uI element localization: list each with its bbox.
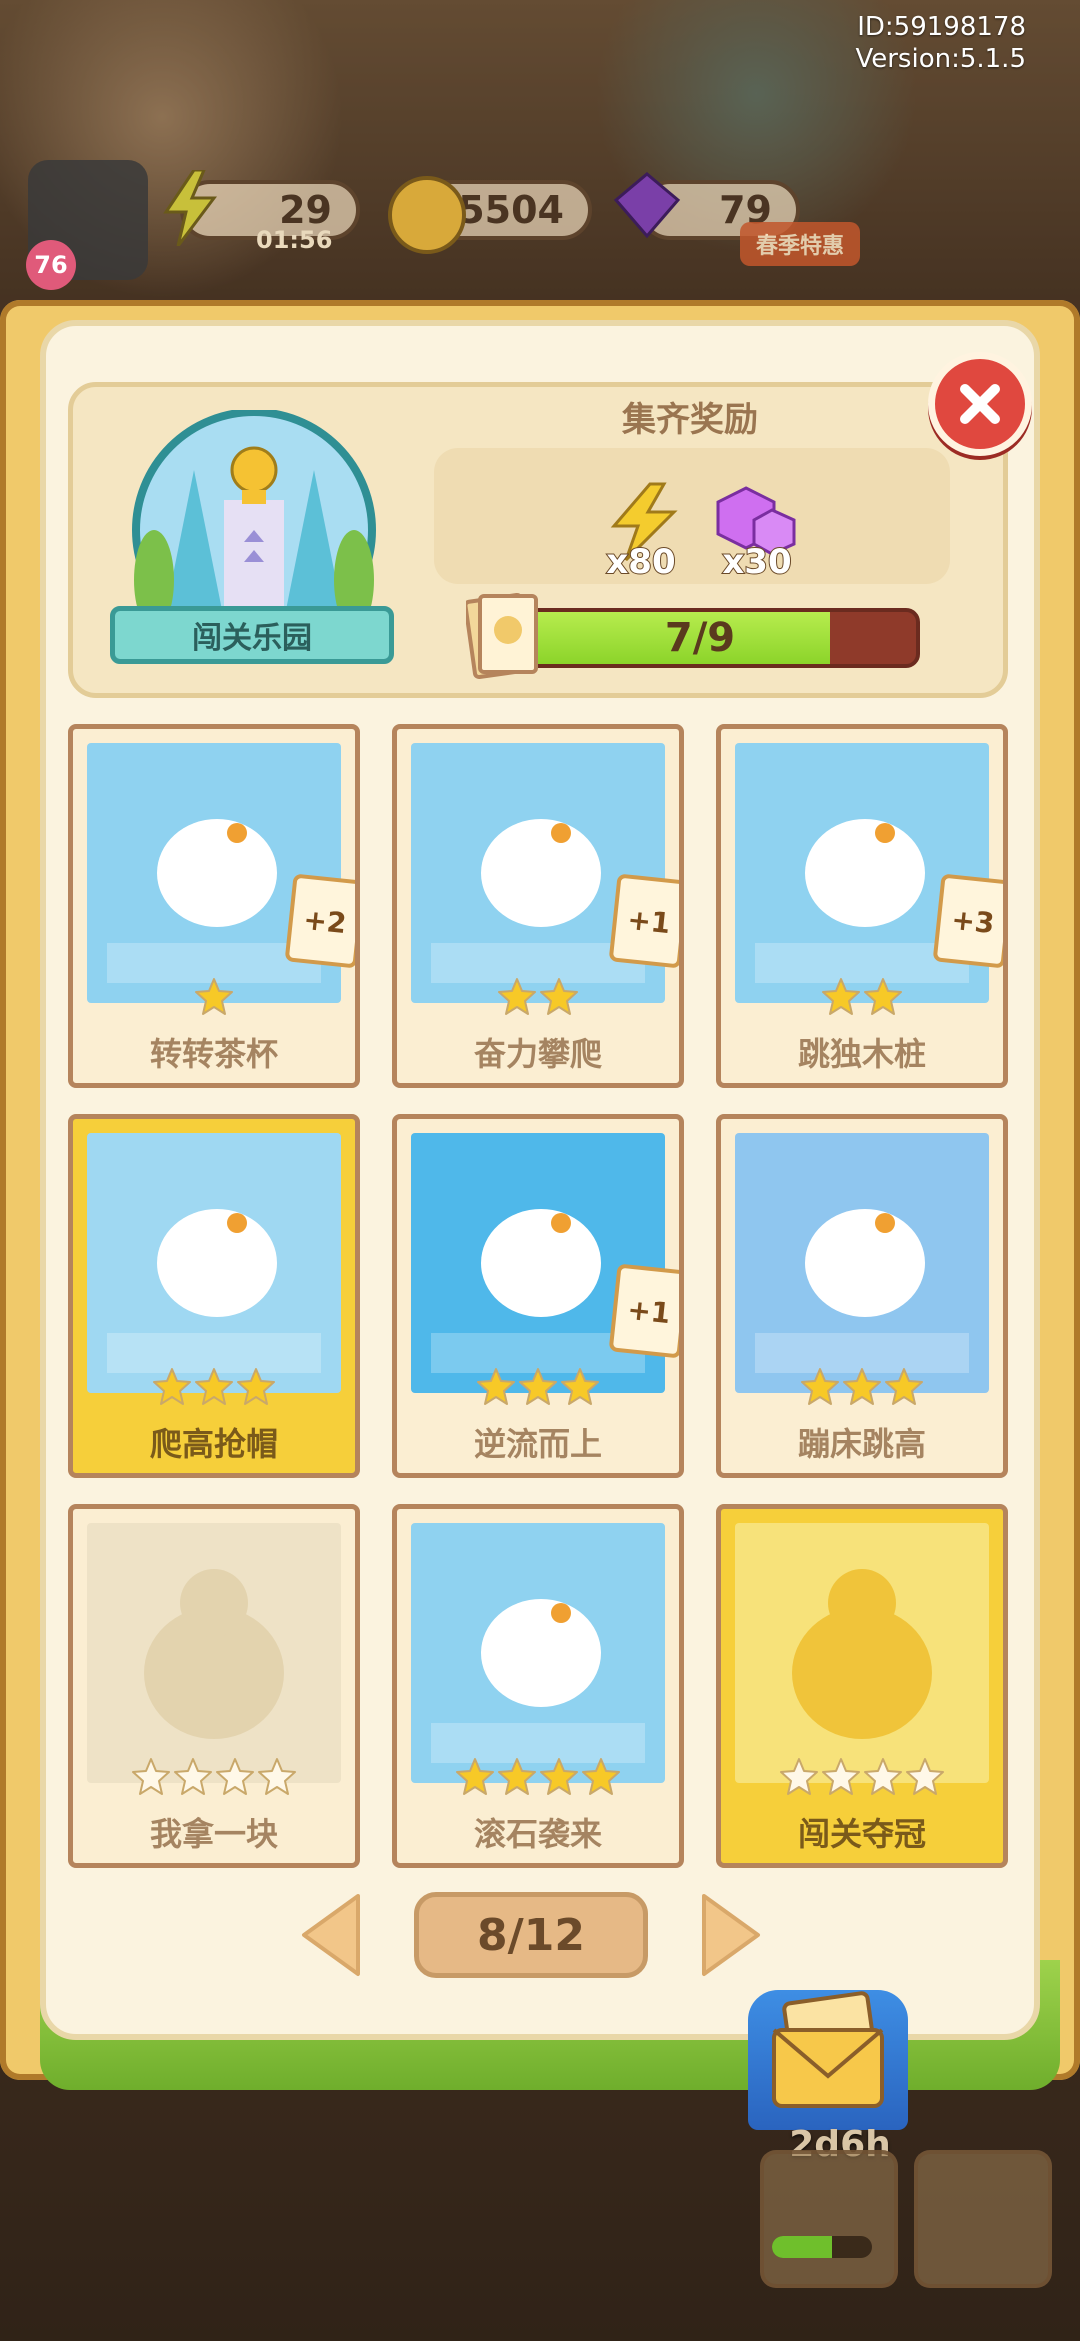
card-artwork [87,1133,341,1393]
card-label: 我拿一块 [149,1815,278,1853]
energy-timer: 01:56 [256,226,333,254]
star-filled-icon [863,977,903,1017]
dock-cards-button[interactable] [760,2150,898,2288]
card-stars [721,1367,1003,1411]
card-silhouette [87,1523,341,1783]
page-number: 8/12 [477,1909,585,1961]
star-filled-icon [152,1367,192,1407]
card-stars [397,1367,679,1411]
reward-title: 集齐奖励 [622,400,758,440]
version-text: Version:5.1.5 [855,44,1026,74]
dock-progress-bar [772,2236,872,2258]
reward-energy-amount: x80 [605,541,676,583]
star-filled-icon [236,1367,276,1407]
close-button[interactable] [928,352,1032,456]
star-filled-icon [800,1367,840,1407]
duplicate-bonus-badge: +2 [284,873,355,969]
card-stars [721,977,1003,1021]
card-stars [73,977,355,1021]
reward-energy: x80 [586,482,696,583]
album-card[interactable]: +2 转转茶杯 [68,724,360,1088]
card-label: 跳独木桩 [797,1035,926,1073]
card-label: 奋力攀爬 [473,1035,602,1073]
duplicate-bonus-badge: +1 [608,1263,679,1359]
star-empty-icon [173,1757,213,1797]
star-empty-icon [821,1757,861,1797]
star-empty-icon [131,1757,171,1797]
album-card[interactable]: 滚石袭来 [392,1504,684,1868]
album-card[interactable]: 蹦床跳高 [716,1114,1008,1478]
card-silhouette [735,1523,989,1783]
coin-icon [388,176,466,254]
card-label: 转转茶杯 [149,1035,278,1073]
album-card[interactable]: 爬高抢帽 [68,1114,360,1478]
star-filled-icon [821,977,861,1017]
album-badge-ribbon: 闯关乐园 [110,606,394,664]
star-empty-icon [905,1757,945,1797]
progress-text: 7/9 [664,615,736,661]
album-button[interactable] [748,1990,908,2130]
card-stack-icon [463,590,542,682]
card-stars [397,1757,679,1801]
card-label: 爬高抢帽 [149,1425,278,1463]
dock-friends-button[interactable] [914,2150,1052,2288]
next-page-button[interactable] [696,1890,766,1980]
card-artwork [411,743,665,1003]
event-badge[interactable]: 春季特惠 [740,222,860,266]
card-artwork [735,1133,989,1393]
card-artwork [87,743,341,1003]
star-filled-icon [842,1367,882,1407]
star-filled-icon [539,977,579,1017]
gem-icon [612,170,682,240]
level-badge: 76 [26,240,76,290]
card-artwork [411,1133,665,1393]
star-empty-icon [863,1757,903,1797]
card-artwork [411,1523,665,1783]
star-filled-icon [497,977,537,1017]
arrow-left-icon [302,1894,360,1976]
album-card[interactable]: +1 逆流而上 [392,1114,684,1478]
star-filled-icon [194,1367,234,1407]
reward-gems-amount: x30 [721,541,792,583]
star-filled-icon [581,1757,621,1797]
reward-gems: x30 [702,482,812,583]
card-stars [73,1367,355,1411]
album-card[interactable]: +1 奋力攀爬 [392,724,684,1088]
card-artwork [735,743,989,1003]
card-label: 逆流而上 [473,1425,602,1463]
arrow-right-icon [702,1894,760,1976]
page-indicator: 8/12 [414,1892,648,1978]
album-badge-label: 闯关乐园 [192,621,312,656]
album-card[interactable]: 我拿一块 [68,1504,360,1868]
card-stars [73,1757,355,1801]
star-filled-icon [560,1367,600,1407]
player-id: ID:59198178 [857,12,1026,42]
card-stars [721,1757,1003,1801]
star-empty-icon [257,1757,297,1797]
close-icon [960,384,1000,424]
star-filled-icon [476,1367,516,1407]
star-filled-icon [455,1757,495,1797]
star-filled-icon [884,1367,924,1407]
prev-page-button[interactable] [296,1890,366,1980]
card-label: 闯关夺冠 [797,1815,926,1853]
duplicate-bonus-badge: +1 [608,873,679,969]
card-stars [397,977,679,1021]
level-value: 76 [34,251,68,279]
star-empty-icon [779,1757,819,1797]
duplicate-bonus-badge: +3 [932,873,1003,969]
star-filled-icon [518,1367,558,1407]
lightning-icon [160,168,220,247]
card-album-icon [772,1991,884,2108]
card-label: 滚石袭来 [473,1815,602,1853]
star-filled-icon [539,1757,579,1797]
event-badge-label: 春季特惠 [755,234,844,259]
album-card[interactable]: +3 跳独木桩 [716,724,1008,1088]
star-filled-icon [194,977,234,1017]
star-empty-icon [215,1757,255,1797]
card-label: 蹦床跳高 [797,1425,926,1463]
album-card[interactable]: 闯关夺冠 [716,1504,1008,1868]
star-filled-icon [497,1757,537,1797]
